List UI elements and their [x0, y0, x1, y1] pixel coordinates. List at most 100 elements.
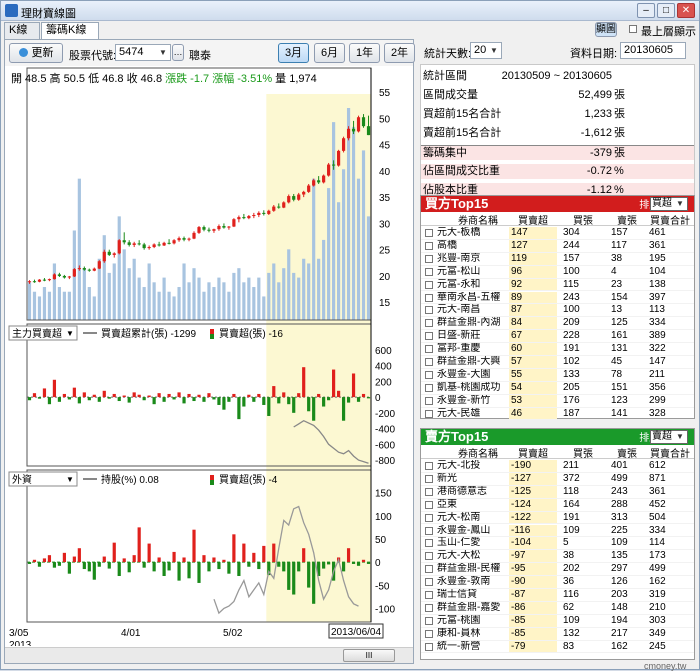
broker-row[interactable]: 群益金鼎-民權 -95 202 297 499 [421, 563, 694, 577]
buy-sort-select[interactable]: 買超 ▼ [650, 197, 688, 211]
row-checkbox[interactable] [425, 306, 433, 315]
chevron-down-icon[interactable]: ▼ [674, 198, 686, 210]
more-button[interactable]: … [172, 44, 184, 61]
foreign-net-bar [237, 562, 241, 576]
volume-bar [117, 216, 121, 320]
broker-row[interactable]: 元大-松南 -122 191 313 504 [421, 511, 694, 525]
row-checkbox[interactable] [425, 241, 433, 250]
broker-row[interactable]: 玉山-仁愛 -104 5 109 114 [421, 537, 694, 551]
row-checkbox[interactable] [425, 487, 433, 496]
row-checkbox[interactable] [425, 254, 433, 263]
row-checkbox[interactable] [425, 267, 433, 276]
broker-row[interactable]: 亞東 -124 164 288 452 [421, 498, 694, 512]
broker-value: 115 [563, 278, 579, 290]
broker-row[interactable]: 群益金鼎-內湖 84 209 125 334 [421, 317, 694, 331]
broker-row[interactable]: 永豐金-鳳山 -116 109 225 334 [421, 524, 694, 538]
broker-row[interactable]: 群益金鼎-嘉愛 -86 62 148 210 [421, 601, 694, 615]
row-checkbox[interactable] [425, 500, 433, 509]
net-buy-bar [47, 397, 52, 405]
chart-scrollbar[interactable]: III [5, 647, 413, 663]
row-checkbox[interactable] [425, 552, 433, 561]
row-checkbox[interactable] [425, 409, 433, 418]
broker-row[interactable]: 元大-大松 -97 38 135 173 [421, 550, 694, 564]
period-3m-button[interactable]: 3月 [278, 43, 309, 63]
row-checkbox[interactable] [425, 616, 433, 625]
chevron-down-icon[interactable]: ▼ [488, 44, 500, 57]
row-checkbox[interactable] [425, 629, 433, 638]
broker-row[interactable]: 永豐金-大園 55 133 78 211 [421, 368, 694, 382]
scroll-thumb[interactable]: III [343, 649, 395, 662]
chevron-down-icon[interactable]: ▼ [66, 329, 74, 338]
broker-row[interactable]: 永豐金-敦南 -90 36 126 162 [421, 576, 694, 589]
close-button[interactable]: ✕ [677, 3, 695, 18]
broker-row[interactable]: 統一-新營 -79 83 162 245 [421, 640, 694, 654]
broker-value: 92 [509, 278, 557, 291]
topmost-checkbox[interactable] [629, 25, 637, 33]
row-checkbox[interactable] [425, 578, 433, 587]
price-header-part: 收 [127, 71, 138, 85]
volume-bar [122, 249, 126, 320]
chevron-down-icon[interactable]: ▼ [157, 46, 169, 59]
foreign-net-bar [52, 562, 57, 568]
row-checkbox[interactable] [425, 513, 433, 522]
broker-value: 78 [611, 368, 623, 380]
row-checkbox[interactable] [425, 462, 433, 470]
maximize-button[interactable]: □ [657, 3, 675, 18]
row-checkbox[interactable] [425, 293, 433, 302]
broker-value: 100 [563, 304, 580, 316]
broker-row[interactable]: 新光 -127 372 499 871 [421, 472, 694, 486]
row-checkbox[interactable] [425, 358, 433, 366]
broker-row[interactable]: 日盛-新莊 67 228 161 389 [421, 330, 694, 344]
row-checkbox[interactable] [425, 345, 433, 354]
broker-row[interactable]: 元大-民雄 46 187 141 328 [421, 407, 694, 421]
refresh-button[interactable]: 更新 [9, 43, 63, 63]
row-checkbox[interactable] [425, 319, 433, 328]
tab-chip-kline[interactable]: 籌碼K線圖 [41, 22, 99, 51]
row-checkbox[interactable] [425, 642, 433, 651]
broker-row[interactable]: 元大-南昌 87 100 13 113 [421, 304, 694, 318]
row-checkbox[interactable] [425, 229, 433, 237]
broker-row[interactable]: 永豐金-新竹 53 176 123 299 [421, 394, 694, 408]
broker-row[interactable]: 元富-永和 92 115 23 138 [421, 278, 694, 292]
sell-sort-select[interactable]: 賣超 ▼ [650, 430, 688, 444]
chart-tool-button[interactable]: 顯圖 [595, 22, 617, 37]
broker-row[interactable]: 元富-桃園 -85 109 194 303 [421, 614, 694, 628]
broker-row[interactable]: 港商德意志 -125 118 243 361 [421, 485, 694, 499]
chevron-down-icon[interactable]: ▼ [674, 431, 686, 443]
buy-top15-header: 買方Top15 排序: 買超▼ [421, 196, 694, 212]
row-checkbox[interactable] [425, 603, 433, 612]
row-checkbox[interactable] [425, 591, 433, 599]
broker-row[interactable]: 元大-北投 -190 211 401 612 [421, 460, 694, 473]
broker-row[interactable]: 兆豐-南京 119 157 38 195 [421, 252, 694, 266]
period-2y-button[interactable]: 2年 [384, 43, 415, 63]
broker-row[interactable]: 元富-松山 96 100 4 104 [421, 265, 694, 279]
row-checkbox[interactable] [425, 280, 433, 289]
broker-row[interactable]: 凱基-桃園成功 54 205 151 356 [421, 381, 694, 395]
row-checkbox[interactable] [425, 526, 433, 535]
broker-row[interactable]: 康和-員林 -85 132 217 349 [421, 627, 694, 641]
broker-row[interactable]: 高橋 127 244 117 361 [421, 239, 694, 253]
broker-row[interactable]: 瑞士信貸 -87 116 203 319 [421, 589, 694, 602]
candle-body [282, 202, 286, 208]
row-checkbox[interactable] [425, 370, 433, 379]
days-select[interactable]: 20 ▼ [470, 42, 502, 59]
row-checkbox[interactable] [425, 396, 433, 405]
row-checkbox[interactable] [425, 565, 433, 574]
stock-code-input[interactable]: 5474 ▼ [115, 44, 171, 61]
data-date-field[interactable]: 20130605 [620, 42, 686, 59]
broker-row[interactable]: 群益金鼎-大興 57 102 45 147 [421, 356, 694, 369]
row-checkbox[interactable] [425, 474, 433, 483]
period-6m-button[interactable]: 6月 [314, 43, 345, 63]
row-checkbox[interactable] [425, 383, 433, 392]
net-buy-bar [282, 392, 286, 398]
broker-row[interactable]: 富邦-重慶 60 191 131 322 [421, 343, 694, 356]
tab-kline[interactable]: K線圖 [4, 22, 40, 51]
row-checkbox[interactable] [425, 539, 433, 548]
period-1y-button[interactable]: 1年 [349, 43, 380, 63]
broker-row[interactable]: 華南永昌-五權 89 243 154 397 [421, 291, 694, 305]
chevron-down-icon[interactable]: ▼ [66, 475, 74, 484]
stock-chart[interactable]: 15 20 25 30 35 40 45 50 55 600 400 200 0 -200 -400 -600… [5, 66, 413, 646]
minimize-button[interactable]: – [637, 3, 655, 18]
row-checkbox[interactable] [425, 332, 433, 341]
broker-row[interactable]: 元大-板橋 147 304 157 461 [421, 227, 694, 240]
